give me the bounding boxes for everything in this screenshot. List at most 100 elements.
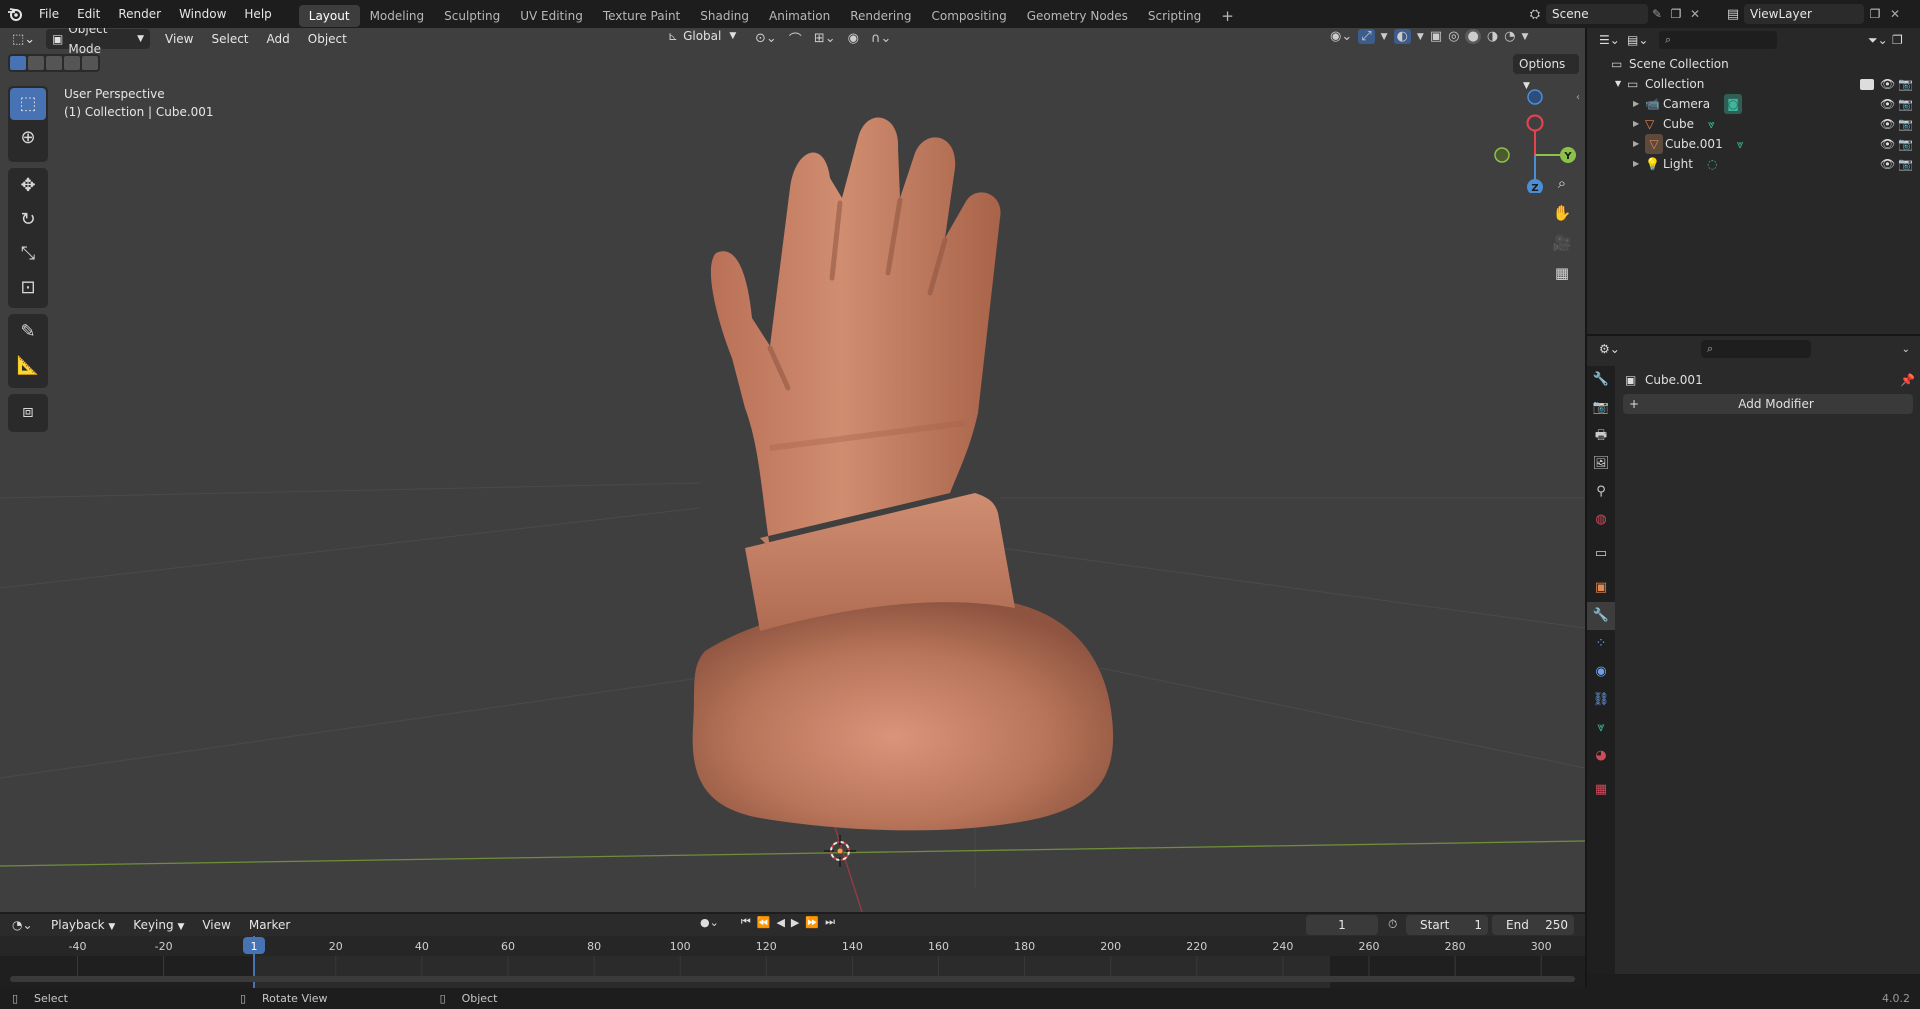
world-tab-icon[interactable]: ◍ xyxy=(1587,506,1615,534)
sidebar-toggle-icon[interactable]: ‹ xyxy=(1576,92,1580,103)
chevron-down-icon[interactable]: ▼ xyxy=(1417,32,1424,42)
visibility-icon[interactable]: ◉⌄ xyxy=(1330,29,1352,44)
outliner-item-light[interactable]: ▶ 💡 Light ◌ 👁 📷 xyxy=(1587,154,1920,174)
menu-file[interactable]: File xyxy=(30,0,68,28)
timeline-menu-marker[interactable]: Marker xyxy=(240,914,299,936)
scene-selector[interactable]: ⛭ Scene ✎ ❐ ✕ xyxy=(1524,3,1704,25)
tab-animation[interactable]: Animation xyxy=(759,5,840,27)
tab-scripting[interactable]: Scripting xyxy=(1138,5,1211,27)
play-reverse-icon[interactable]: ◀ xyxy=(776,916,784,929)
expand-arrow-icon[interactable]: ▶ xyxy=(1633,154,1645,174)
expand-arrow-icon[interactable]: ▶ xyxy=(1633,94,1645,114)
new-viewlayer-icon[interactable]: ❐ xyxy=(1864,7,1886,21)
display-mode-icon[interactable]: ▤⌄ xyxy=(1627,33,1655,47)
clock-icon[interactable]: ◔⌄ xyxy=(12,918,42,932)
add-workspace-button[interactable]: + xyxy=(1211,5,1244,27)
select-subtract-icon[interactable] xyxy=(46,56,62,70)
outliner-item-cube001[interactable]: ▶ ▽ Cube.001 ⩔ 👁 📷 xyxy=(1587,134,1920,154)
data-tab-icon[interactable]: ⩔ xyxy=(1587,714,1615,742)
options-dropdown[interactable]: Options ▼ xyxy=(1513,54,1579,91)
viewport-menu-view[interactable]: View xyxy=(156,28,202,50)
select-extend-icon[interactable] xyxy=(28,56,44,70)
scene-name-field[interactable]: Scene xyxy=(1546,4,1648,24)
select-new-icon[interactable] xyxy=(10,56,26,70)
rendered-shading-icon[interactable]: ◔ xyxy=(1504,29,1515,44)
eye-icon[interactable]: 👁 xyxy=(1880,134,1898,154)
tab-texture-paint[interactable]: Texture Paint xyxy=(593,5,690,27)
viewport-menu-add[interactable]: Add xyxy=(258,28,299,50)
xray-icon[interactable]: ▣ xyxy=(1430,29,1442,44)
jump-start-icon[interactable]: ⏮ xyxy=(741,915,751,929)
snap-target-icon[interactable]: ⊞⌄ xyxy=(814,31,836,46)
tab-modeling[interactable]: Modeling xyxy=(360,5,435,27)
stopwatch-icon[interactable]: ⏱ xyxy=(1388,917,1397,932)
physics-tab-icon[interactable]: ◉ xyxy=(1587,658,1615,686)
scale-icon[interactable]: ⤡ xyxy=(10,238,46,270)
expand-arrow-icon[interactable]: ▶ xyxy=(1633,134,1645,154)
new-collection-icon[interactable]: ❐ xyxy=(1892,33,1916,47)
checkbox-icon[interactable] xyxy=(1860,78,1874,90)
viewlayer-selector[interactable]: ▤ ViewLayer ❐ ✕ xyxy=(1722,3,1904,25)
close-icon[interactable]: ✕ xyxy=(1686,7,1704,21)
tab-rendering[interactable]: Rendering xyxy=(840,5,921,27)
measure-icon[interactable]: 📐 xyxy=(10,350,46,382)
scene-tab-icon[interactable]: ⚲ xyxy=(1587,478,1615,506)
constraints-tab-icon[interactable]: ⛓ xyxy=(1587,686,1615,714)
outliner-item-cube[interactable]: ▶ ▽ Cube ⩔ 👁 📷 xyxy=(1587,114,1920,134)
expand-arrow-icon[interactable]: ▶ xyxy=(1633,114,1645,134)
close-icon[interactable]: ✕ xyxy=(1886,7,1904,21)
tab-uv-editing[interactable]: UV Editing xyxy=(510,5,593,27)
timeline-ruler[interactable]: -40 -20 1 20 40 60 80 100 120 140 160 180 200 220 240 2… xyxy=(0,936,1585,988)
solid-shading-icon[interactable]: ● xyxy=(1465,29,1481,44)
blender-logo-icon[interactable] xyxy=(0,0,30,28)
snap-icon[interactable]: ⌒ xyxy=(789,29,802,48)
proportional-edit-icon[interactable]: ◉ xyxy=(848,31,859,46)
add-cube-icon[interactable]: ⧈ xyxy=(10,396,46,428)
orientation-selector[interactable]: ⊾ Global ▼ xyxy=(668,29,736,43)
timeline-menu-playback[interactable]: Playback ▼ xyxy=(42,914,124,936)
tab-geometry-nodes[interactable]: Geometry Nodes xyxy=(1017,5,1138,27)
current-frame-field[interactable]: 1 xyxy=(1306,915,1378,935)
editor-type-icon[interactable]: ☰⌄ xyxy=(1599,33,1627,47)
select-intersect-icon[interactable] xyxy=(82,56,98,70)
timeline-menu-keying[interactable]: Keying ▼ xyxy=(124,914,193,936)
record-icon[interactable]: ●⌄ xyxy=(700,916,719,929)
camera-view-icon[interactable]: 🎥 xyxy=(1549,230,1575,256)
viewport-canvas[interactable] xyxy=(0,28,1585,912)
modifier-tab-icon[interactable]: 🔧 xyxy=(1587,602,1615,630)
outliner-item-camera[interactable]: ▶ 📹 Camera ◙ 👁 📷 xyxy=(1587,94,1920,114)
gizmo-toggle-icon[interactable]: ⤢ xyxy=(1358,29,1375,44)
pan-hand-icon[interactable]: ✋ xyxy=(1549,200,1575,226)
object-tab-icon[interactable]: ▣ xyxy=(1587,574,1615,602)
tab-compositing[interactable]: Compositing xyxy=(921,5,1016,27)
expand-arrow-icon[interactable]: ▼ xyxy=(1615,74,1627,94)
overlays-icon[interactable]: ◐ xyxy=(1393,29,1411,44)
zoom-icon[interactable]: ⌕ xyxy=(1549,170,1575,196)
wireframe-shading-icon[interactable]: ◎ xyxy=(1448,29,1459,44)
menu-help[interactable]: Help xyxy=(235,0,280,28)
eye-icon[interactable]: 👁 xyxy=(1880,94,1898,114)
jump-end-icon[interactable]: ⏭ xyxy=(825,915,835,929)
output-tab-icon[interactable]: 🖶 xyxy=(1587,422,1615,450)
rotate-icon[interactable]: ↻ xyxy=(10,204,46,236)
material-shading-icon[interactable]: ◑ xyxy=(1487,29,1498,44)
menu-window[interactable]: Window xyxy=(170,0,235,28)
select-invert-icon[interactable] xyxy=(64,56,80,70)
move-icon[interactable]: ✥ xyxy=(10,170,46,202)
render-camera-icon[interactable]: 📷 xyxy=(1898,134,1916,154)
pin-icon[interactable]: 📌 xyxy=(1900,373,1915,387)
outliner-scene-collection[interactable]: ▭ Scene Collection xyxy=(1587,54,1920,74)
3d-viewport[interactable]: ⬚⌄ ▣ Object Mode ▼ View Select Add Objec… xyxy=(0,28,1585,912)
properties-search-input[interactable]: ⌕ xyxy=(1701,340,1811,358)
editor-type-icon[interactable]: ⬚⌄ xyxy=(12,32,42,47)
end-frame-field[interactable]: End 250 xyxy=(1492,915,1574,935)
view-layer-tab-icon[interactable]: 🖼 xyxy=(1587,450,1615,478)
next-keyframe-icon[interactable]: ⏩ xyxy=(805,916,819,929)
chevron-down-icon[interactable]: ⌄ xyxy=(1902,344,1910,355)
render-tab-icon[interactable]: 📷 xyxy=(1587,394,1615,422)
editor-type-icon[interactable]: ⚙⌄ xyxy=(1599,342,1629,356)
render-camera-icon[interactable]: 📷 xyxy=(1898,74,1916,94)
render-camera-icon[interactable]: 📷 xyxy=(1898,114,1916,134)
eye-icon[interactable]: 👁 xyxy=(1880,74,1898,94)
collection-tab-icon[interactable]: ▭ xyxy=(1587,540,1615,568)
